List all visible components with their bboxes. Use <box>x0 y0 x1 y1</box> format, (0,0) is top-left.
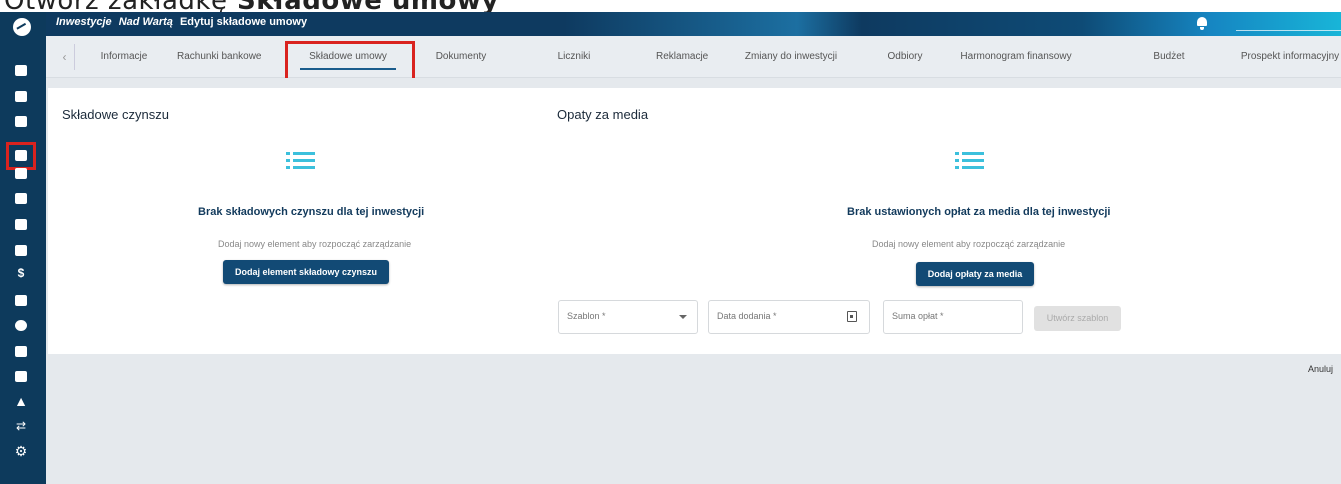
investments-icon[interactable] <box>6 142 36 170</box>
tab-rachunki-bankowe[interactable]: Rachunki bankowe <box>177 36 262 78</box>
logo-icon[interactable] <box>13 18 31 36</box>
tab-prospekt-informacyjny[interactable]: Prospekt informacyjny <box>1240 36 1340 78</box>
tab-informacje[interactable]: Informacje <box>96 36 152 78</box>
add-media-fees-button[interactable]: Dodaj opłaty za media <box>916 262 1034 286</box>
fee-sum-field[interactable]: Suma opłat * <box>883 300 1023 334</box>
tab-dokumenty[interactable]: Dokumenty <box>432 36 490 78</box>
breadcrumb-page: Edytuj składowe umowy <box>179 16 308 28</box>
pie-chart-icon[interactable] <box>14 319 28 333</box>
list-icon <box>955 152 985 172</box>
template-select[interactable]: Szablon * <box>558 300 698 334</box>
top-bar: Inwestycje Nad Wartą Edytuj składowe umo… <box>46 12 1341 36</box>
tab-liczniki[interactable]: Liczniki <box>552 36 596 78</box>
tab-bar: ‹ Informacje Rachunki bankowe Składowe u… <box>46 36 1341 87</box>
store-icon[interactable] <box>14 167 28 181</box>
briefcase-icon[interactable] <box>14 192 28 206</box>
tab-budzet[interactable]: Budżet <box>1152 36 1186 78</box>
chart-icon[interactable] <box>14 345 28 359</box>
dollar-icon[interactable]: $ <box>14 266 28 280</box>
tab-zmiany-do-inwestycji[interactable]: Zmiany do inwestycji <box>738 36 844 78</box>
create-template-button[interactable]: Utwórz szablon <box>1034 306 1121 331</box>
date-placeholder: Data dodania * <box>717 311 777 321</box>
date-added-field[interactable]: Data dodania * <box>708 300 870 334</box>
instruction-caption: Otwórz zakładkę Składowe umowy <box>4 0 499 16</box>
search-underline[interactable] <box>1236 30 1341 31</box>
contract-components-card: Składowe czynszu Brak składowych czynszu… <box>48 88 1341 354</box>
sum-placeholder: Suma opłat * <box>892 311 944 321</box>
tab-harmonogram-finansowy[interactable]: Harmonogram finansowy <box>958 36 1074 78</box>
dashboard-icon[interactable] <box>14 64 28 78</box>
document-icon[interactable] <box>14 294 28 308</box>
people-icon[interactable] <box>14 115 28 129</box>
inbox-icon[interactable] <box>14 244 28 258</box>
media-empty-title: Brak ustawionych opłat za media dla tej … <box>847 206 1111 218</box>
rent-section-title: Składowe czynszu <box>62 107 169 122</box>
bell-icon[interactable] <box>1196 15 1208 30</box>
rent-empty-title: Brak składowych czynszu dla tej inwestyc… <box>198 206 425 218</box>
cancel-link[interactable]: Anuluj <box>1308 364 1333 374</box>
breadcrumb-project[interactable]: Nad Wartą <box>119 16 173 28</box>
calendar-icon[interactable] <box>14 90 28 104</box>
warning-icon[interactable]: ▲ <box>14 394 28 408</box>
tab-odbiory[interactable]: Odbiory <box>885 36 925 78</box>
template-placeholder: Szablon * <box>567 311 606 321</box>
rent-empty-subtitle: Dodaj nowy element aby rozpocząć zarządz… <box>218 239 412 249</box>
card-icon[interactable] <box>14 370 28 384</box>
breadcrumb-section[interactable]: Inwestycje <box>56 16 112 28</box>
calendar-icon[interactable] <box>847 311 857 322</box>
add-rent-component-button[interactable]: Dodaj element składowy czynszu <box>223 260 389 284</box>
media-section-title: Opaty za media <box>557 107 649 122</box>
folder-icon[interactable] <box>14 218 28 232</box>
media-empty-subtitle: Dodaj nowy element aby rozpocząć zarządz… <box>872 239 1066 249</box>
transfer-icon[interactable]: ⇄ <box>14 419 28 433</box>
breadcrumb: Inwestycje Nad Wartą Edytuj składowe umo… <box>56 16 311 28</box>
chevron-down-icon <box>679 315 687 319</box>
settings-icon[interactable]: ⚙ <box>14 444 28 458</box>
tab-reklamacje[interactable]: Reklamacje <box>656 36 708 78</box>
list-icon <box>286 152 316 172</box>
chevron-left-icon[interactable]: ‹ <box>55 44 75 70</box>
main-content: Składowe czynszu Brak składowych czynszu… <box>46 78 1341 484</box>
sidebar: $ ▲ ⇄ ⚙ <box>0 12 46 484</box>
